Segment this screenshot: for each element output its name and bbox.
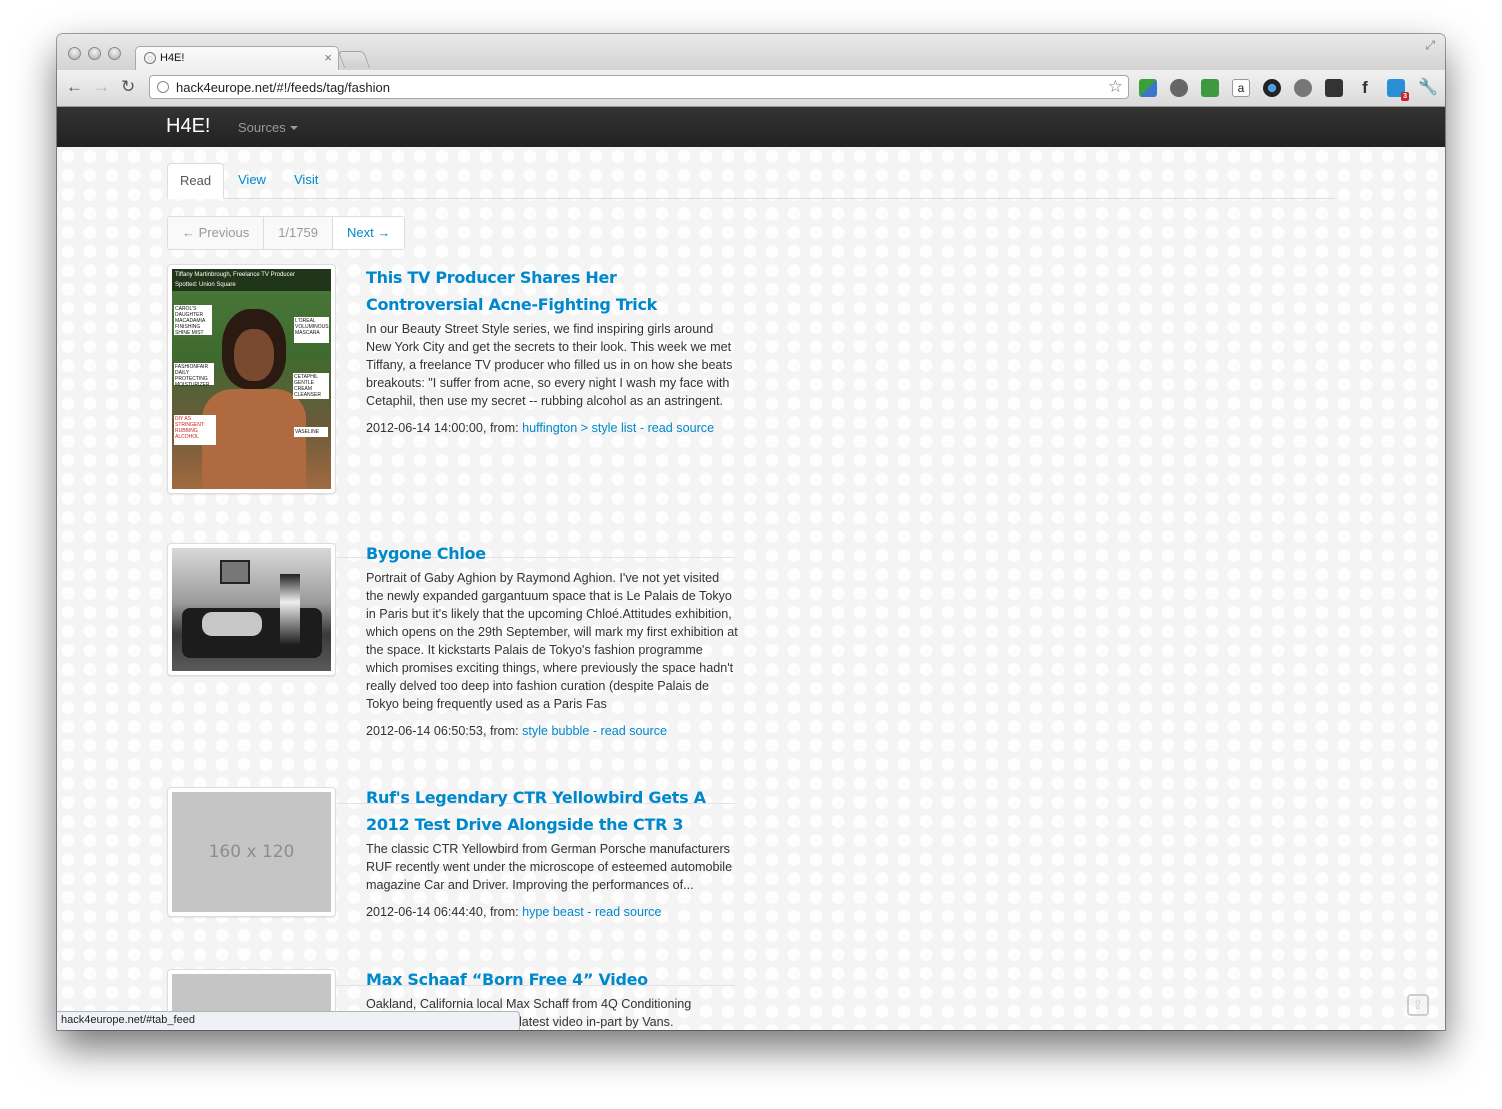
tab-visit[interactable]: Visit bbox=[282, 163, 330, 198]
page-counter: 1/1759 bbox=[264, 217, 333, 249]
extension-grid-icon[interactable] bbox=[1139, 79, 1157, 97]
caret-down-icon bbox=[289, 126, 298, 130]
forward-arrow-icon[interactable]: → bbox=[93, 78, 110, 96]
bw-photo bbox=[172, 548, 331, 671]
tab-strip: ◌ H4E! × ⤢ bbox=[57, 34, 1445, 70]
figures-shape bbox=[202, 612, 262, 636]
reload-icon[interactable]: ↻ bbox=[121, 78, 135, 96]
extension-badge: 3 bbox=[1401, 92, 1409, 101]
image-label: VASELINE bbox=[294, 427, 328, 437]
facebook-icon[interactable]: f bbox=[1356, 79, 1374, 97]
close-window-button[interactable] bbox=[68, 47, 81, 60]
feed-item-title[interactable]: Ruf's Legendary CTR Yellowbird Gets A 20… bbox=[366, 784, 738, 838]
app-navbar: H4E! Sources bbox=[57, 107, 1445, 147]
back-arrow-icon[interactable]: ← bbox=[66, 78, 83, 96]
extension-camera-icon[interactable] bbox=[1263, 79, 1281, 97]
source-link[interactable]: hype beast bbox=[522, 905, 584, 919]
jacket-shape bbox=[202, 389, 306, 489]
read-source-link[interactable]: read source bbox=[595, 905, 662, 919]
frame-shape bbox=[220, 560, 250, 584]
tab-view[interactable]: View bbox=[226, 163, 278, 198]
extension-settings-icon[interactable] bbox=[1294, 79, 1312, 97]
source-link[interactable]: huffington > style list bbox=[522, 421, 636, 435]
browser-tab[interactable]: ◌ H4E! × bbox=[135, 46, 339, 70]
feed-item-thumbnail[interactable] bbox=[167, 543, 336, 676]
image-placeholder: 160 x 120 bbox=[172, 792, 331, 912]
figure-shape bbox=[280, 574, 300, 644]
summary-line: Oakland, California local Max Schaff fro… bbox=[366, 997, 692, 1011]
feed-item-summary: The classic CTR Yellowbird from German P… bbox=[366, 842, 733, 892]
feed-item-date: 2012-06-14 06:44:40, from: bbox=[366, 905, 523, 919]
wrench-icon[interactable]: 🔧 bbox=[1418, 79, 1438, 97]
tab-read[interactable]: Read bbox=[167, 163, 225, 199]
image-label: L'OREAL VOLUMINOUS MASCARA bbox=[294, 317, 329, 343]
feed-item-title[interactable]: This TV Producer Shares Her Controversia… bbox=[366, 264, 738, 318]
previous-button[interactable]: ← Previous bbox=[168, 217, 265, 249]
feed-item-title[interactable]: Bygone Chloe bbox=[366, 540, 738, 567]
image-caption: Tiffany Martinbrough, Freelance TV Produ… bbox=[175, 272, 295, 278]
image-label: FASHIONFAIR DAILY PROTECTING MOISTURIZER bbox=[174, 363, 214, 388]
feed-item-body: Ruf's Legendary CTR Yellowbird Gets A 20… bbox=[366, 784, 738, 921]
feed-item-meta: 2012-06-14 06:50:53, from: style bubble … bbox=[366, 722, 738, 740]
meta-separator: - bbox=[583, 905, 595, 919]
brand-logo[interactable]: H4E! bbox=[166, 115, 210, 138]
browser-window: ◌ H4E! × ⤢ ← → ↻ hack4europe.net/#!/feed… bbox=[57, 34, 1445, 1030]
read-source-link[interactable]: read source bbox=[601, 724, 668, 738]
new-tab-button[interactable] bbox=[337, 51, 371, 68]
fullscreen-icon[interactable]: ⤢ bbox=[1425, 38, 1435, 53]
amazon-icon[interactable]: a bbox=[1232, 79, 1250, 97]
meta-separator: - bbox=[589, 724, 601, 738]
zoom-window-button[interactable] bbox=[108, 47, 121, 60]
feed-item-meta: 2012-06-14 06:44:40, from: hype beast - … bbox=[366, 903, 738, 921]
extension-share-icon[interactable] bbox=[1325, 79, 1343, 97]
bookmark-star-icon[interactable]: ☆ bbox=[1108, 77, 1123, 97]
feed-item-title[interactable]: Max Schaaf “Born Free 4” Video bbox=[366, 966, 738, 993]
next-button[interactable]: Next → bbox=[332, 217, 405, 249]
feed-item-meta: 2012-06-14 14:00:00, from: huffington > … bbox=[366, 419, 738, 437]
meta-separator: - bbox=[636, 421, 648, 435]
view-tabs: Read View Visit bbox=[167, 163, 1335, 199]
feed-item-summary: In our Beauty Street Style series, we fi… bbox=[366, 322, 733, 408]
feed-item-thumbnail[interactable]: Tiffany Martinbrough, Freelance TV Produ… bbox=[167, 264, 336, 494]
portrait-photo: Tiffany Martinbrough, Freelance TV Produ… bbox=[172, 269, 331, 489]
url-text: hack4europe.net/#!/feeds/tag/fashion bbox=[176, 80, 390, 95]
feed-item-summary: Portrait of Gaby Aghion by Raymond Aghio… bbox=[366, 571, 738, 711]
source-link[interactable]: style bubble bbox=[522, 724, 589, 738]
feed-item-date: 2012-06-14 14:00:00, from: bbox=[366, 421, 523, 435]
close-icon[interactable]: × bbox=[324, 50, 332, 65]
status-bar: hack4europe.net/#tab_feed bbox=[57, 1011, 520, 1030]
image-label: CAROL'S DAUGHTER MACADAMIA FINISHING SHI… bbox=[174, 305, 212, 336]
read-source-link[interactable]: read source bbox=[648, 421, 715, 435]
face-shape bbox=[234, 329, 274, 381]
pager: ← Previous 1/1759 Next → bbox=[167, 216, 406, 250]
sources-dropdown[interactable]: Sources bbox=[238, 120, 298, 135]
feed-item-body: Bygone Chloe Portrait of Gaby Aghion by … bbox=[366, 540, 738, 740]
image-label: CETAPHIL GENTLE CREAM CLEANSER bbox=[293, 373, 329, 399]
extension-evernote-icon[interactable] bbox=[1201, 79, 1219, 97]
share-icon[interactable]: ⇪ bbox=[1407, 994, 1429, 1016]
sources-label: Sources bbox=[238, 120, 286, 135]
feed-item-date: 2012-06-14 06:50:53, from: bbox=[366, 724, 523, 738]
extension-tool-icon[interactable] bbox=[1170, 79, 1188, 97]
browser-toolbar: ← → ↻ hack4europe.net/#!/feeds/tag/fashi… bbox=[57, 70, 1445, 107]
address-bar[interactable]: hack4europe.net/#!/feeds/tag/fashion ☆ bbox=[149, 75, 1129, 99]
status-url: hack4europe.net/#tab_feed bbox=[61, 1014, 195, 1026]
globe-icon: ◌ bbox=[144, 52, 156, 64]
extension-mail-icon[interactable]: 3 bbox=[1387, 79, 1409, 101]
image-label: DIY AS STRINGENT: RUBBING ALCOHOL bbox=[174, 415, 216, 445]
globe-icon bbox=[157, 81, 169, 93]
main-content: Read View Visit ← Previous 1/1759 Next →… bbox=[57, 147, 1445, 1030]
tab-title: H4E! bbox=[160, 52, 185, 64]
feed-item-body: This TV Producer Shares Her Controversia… bbox=[366, 264, 738, 437]
feed-item-thumbnail[interactable]: 160 x 120 bbox=[167, 787, 336, 917]
minimize-window-button[interactable] bbox=[88, 47, 101, 60]
image-caption-sub: Spotted: Union Square bbox=[175, 282, 236, 288]
